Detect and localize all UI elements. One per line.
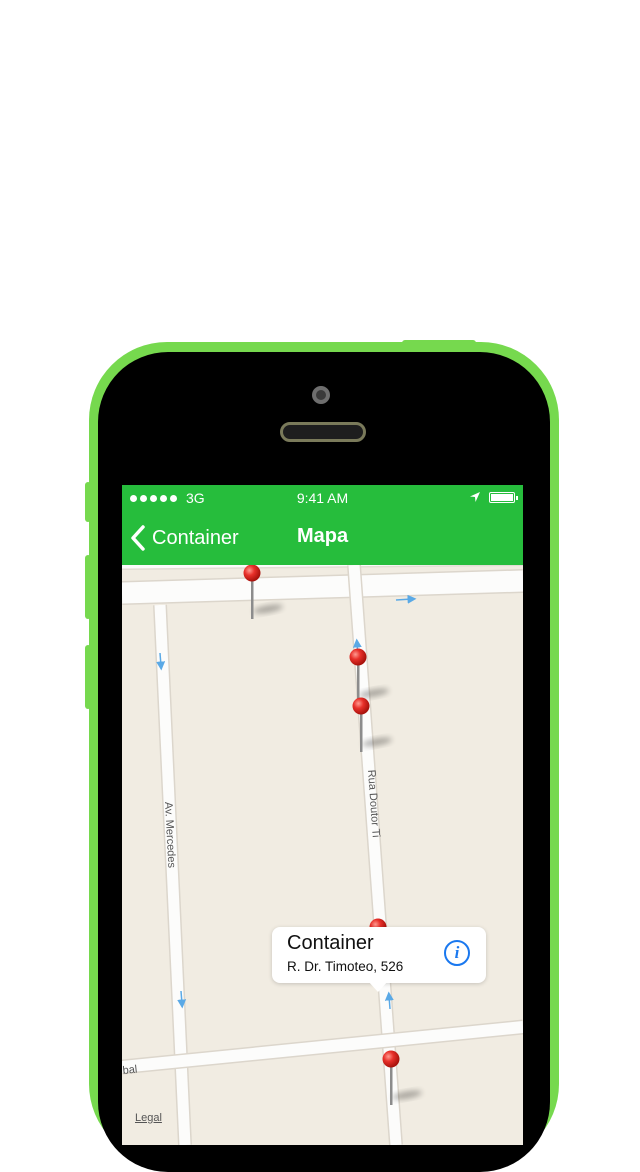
one-way-arrow [395,594,417,604]
status-right [469,491,518,503]
map-view[interactable]: Av. Mercedes Rua Doutor Ti bal Container… [122,552,523,1145]
navigation-bar: 3G 9:41 AM Container Mapa [122,485,523,565]
phone-mute-switch [85,482,91,522]
status-time: 9:41 AM [296,490,349,506]
one-way-arrow [384,991,394,1010]
info-icon[interactable]: i [444,940,470,966]
screen: 3G 9:41 AM Container Mapa Av. Mercedes R… [122,485,523,1145]
phone-volume-down [85,645,91,709]
legal-link[interactable]: Legal [135,1112,162,1124]
map-canvas[interactable]: Av. Mercedes Rua Doutor Ti bal [122,552,523,1145]
callout-pointer [368,981,388,992]
phone-volume-up [85,555,91,619]
callout-address: R. Dr. Timoteo, 526 [287,959,404,974]
page-title: Mapa [296,525,349,547]
earpiece-speaker [280,422,366,442]
one-way-arrow [177,990,187,1009]
battery-icon [489,491,518,503]
map-callout[interactable]: Container R. Dr. Timoteo, 526 i [272,927,486,992]
front-camera [312,386,330,404]
callout-title: Container [287,932,374,954]
one-way-arrow [156,652,166,671]
street-label-bottom: bal [122,1064,138,1077]
phone-top-button [402,340,476,346]
location-arrow-icon [470,492,480,502]
